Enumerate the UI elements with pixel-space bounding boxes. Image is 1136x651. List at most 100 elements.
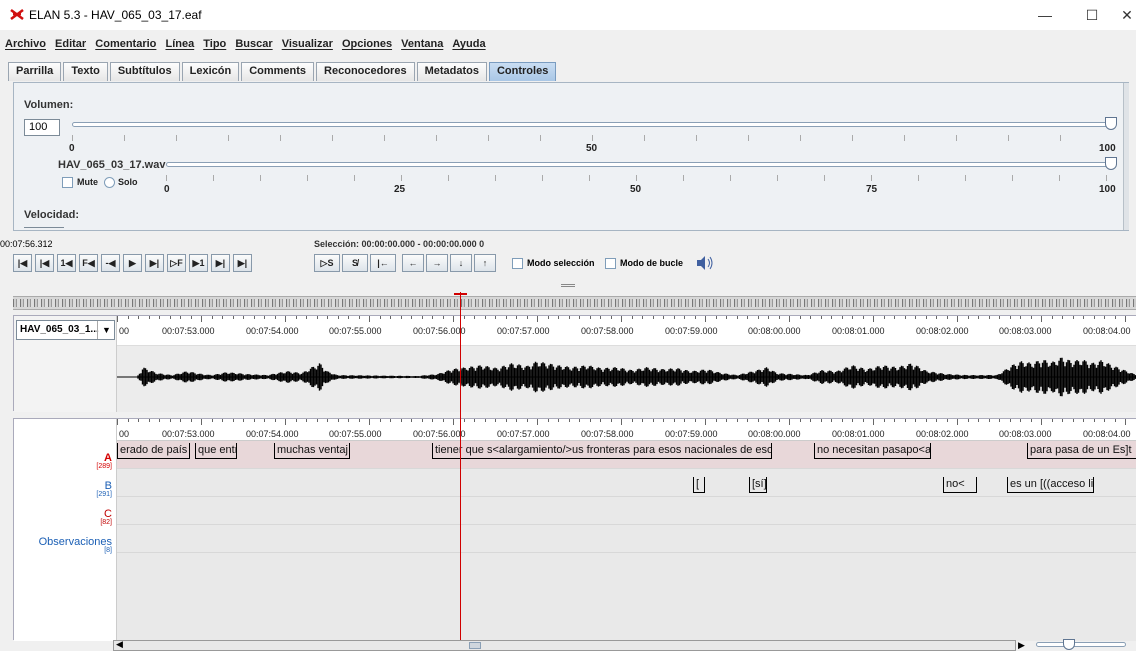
wave-time-label: 00:07:54.000: [246, 326, 299, 336]
wave-tick: [138, 316, 139, 319]
maximize-button[interactable]: ☐: [1077, 4, 1107, 26]
wave-tick: [253, 316, 255, 319]
waveform-view[interactable]: 00 00:07:53.000 00:07:54.000 00:07:55.000 00…: [117, 316, 1136, 412]
step-back-frame-button[interactable]: F◀: [79, 254, 98, 272]
media-volume-slider-thumb[interactable]: [1105, 157, 1117, 170]
menu-ayuda[interactable]: Ayuda: [452, 38, 485, 50]
media-tick-25: 25: [394, 184, 406, 195]
mute-checkbox[interactable]: [62, 177, 73, 188]
ann-tick: [1020, 419, 1021, 422]
clear-selection-button[interactable]: S̸: [342, 254, 368, 272]
annotation[interactable]: para pasa de un Es]t: [1027, 443, 1136, 459]
annotation-view[interactable]: 00 00:07:53.000 00:07:54.000 00:07:55.000 00…: [117, 419, 1136, 641]
ann-tick: [138, 419, 139, 422]
annotation-above-button[interactable]: ↑: [474, 254, 496, 272]
tab-subtitulos[interactable]: Subtítulos: [109, 62, 180, 81]
chevron-down-icon[interactable]: ▼: [97, 321, 115, 339]
next-annotation-button[interactable]: →: [426, 254, 448, 272]
solo-radio[interactable]: [104, 177, 115, 188]
speed-field[interactable]: [24, 227, 64, 231]
minimize-button[interactable]: —: [1030, 4, 1060, 26]
tab-parrilla[interactable]: Parrilla: [8, 62, 62, 81]
annotation[interactable]: que entr: [195, 443, 237, 459]
audio-track-select[interactable]: HAV_065_03_1... ▼: [16, 320, 115, 340]
scroll-thumb[interactable]: [469, 642, 481, 649]
ann-tick: [201, 419, 202, 425]
step-forward-pixel-button[interactable]: ▶|: [145, 254, 164, 272]
selection-begin-button[interactable]: |←: [370, 254, 396, 272]
menu-comentario[interactable]: Comentario: [95, 38, 156, 50]
scroll-left-icon[interactable]: ◀: [116, 639, 123, 650]
wave-tick: [715, 316, 717, 319]
annotation[interactable]: no<: [943, 477, 977, 493]
ann-tick: [810, 419, 811, 422]
annotation[interactable]: erado de país: [117, 443, 190, 459]
step-forward-second-button[interactable]: ▶1: [189, 254, 208, 272]
annotation[interactable]: [sí]: [749, 477, 767, 493]
media-volume-slider-track[interactable]: [166, 162, 1112, 167]
volume-slider-thumb[interactable]: [1105, 117, 1117, 130]
controls-panel: Volumen: 100 0 50 100 HAV_065_03_17.wav …: [13, 82, 1129, 231]
previous-annotation-button[interactable]: ←: [402, 254, 424, 272]
annotation[interactable]: tiener que s<alargamiento/>us fronteras …: [432, 443, 772, 459]
ann-tick: [663, 419, 664, 422]
annotation[interactable]: muchas ventaj: [274, 443, 350, 459]
splitter-handle[interactable]: [561, 284, 575, 287]
play-selection-button[interactable]: ▷S: [314, 254, 340, 272]
menu-tipo[interactable]: Tipo: [203, 38, 226, 50]
audio-track-name: HAV_065_03_1...: [20, 324, 99, 335]
ann-tick: [673, 419, 675, 422]
volume-value-field[interactable]: 100: [24, 119, 60, 136]
menu-opciones[interactable]: Opciones: [342, 38, 392, 50]
wave-tick: [516, 316, 517, 319]
speaker-icon[interactable]: [695, 255, 715, 271]
menu-archivo[interactable]: Archivo: [5, 38, 46, 50]
annotation[interactable]: [: [693, 477, 705, 493]
tier-row[interactable]: [117, 497, 1136, 525]
go-to-end-button[interactable]: ▶|: [233, 254, 252, 272]
horizontal-scrollbar[interactable]: ◀: [113, 639, 1016, 651]
window-title: ELAN 5.3 - HAV_065_03_17.eaf: [29, 8, 202, 22]
tier-row[interactable]: [117, 525, 1136, 553]
tab-lexicon[interactable]: Lexicón: [181, 62, 240, 81]
next-scrollview-button[interactable]: ▶|: [211, 254, 230, 272]
close-button[interactable]: ✕: [1112, 4, 1136, 26]
ann-tick: [327, 419, 328, 422]
selection-mode-checkbox[interactable]: [512, 258, 523, 269]
tab-metadatos[interactable]: Metadatos: [416, 62, 487, 81]
zoom-slider-thumb[interactable]: [1063, 639, 1075, 650]
media-tick-100: 100: [1099, 184, 1116, 195]
scroll-right-icon[interactable]: ▶: [1018, 640, 1025, 651]
tab-comments[interactable]: Comments: [241, 62, 315, 81]
wave-tick: [946, 316, 948, 319]
tab-texto[interactable]: Texto: [63, 62, 108, 81]
timeline-overview[interactable]: [13, 296, 1136, 310]
tier-row[interactable]: erado de país que entr muchas ventaj tiener…: [117, 441, 1136, 469]
zoom-slider-track[interactable]: [1036, 642, 1126, 647]
menu-ventana[interactable]: Ventana: [401, 38, 443, 50]
wave-tick: [1114, 316, 1116, 319]
previous-scrollview-button[interactable]: |◀: [35, 254, 54, 272]
wave-tick: [978, 316, 979, 319]
play-button[interactable]: ▶: [123, 254, 142, 272]
media-tick-50: 50: [630, 184, 642, 195]
annotation[interactable]: es un [((acceso li: [1007, 477, 1094, 493]
menu-editar[interactable]: Editar: [55, 38, 86, 50]
menu-visualizar[interactable]: Visualizar: [282, 38, 333, 50]
tab-reconocedores[interactable]: Reconocedores: [316, 62, 415, 81]
controls-scrollbar[interactable]: [1123, 83, 1129, 230]
loop-mode-checkbox[interactable]: [605, 258, 616, 269]
annotation-below-button[interactable]: ↓: [450, 254, 472, 272]
tab-controles[interactable]: Controles: [488, 62, 557, 81]
step-back-second-button[interactable]: 1◀: [57, 254, 76, 272]
annotation[interactable]: no necesitan pasapo<alar: [814, 443, 931, 459]
menu-buscar[interactable]: Buscar: [235, 38, 272, 50]
tier-row[interactable]: [ [sí] no< es un [((acceso li: [117, 469, 1136, 497]
tier-name-observaciones[interactable]: Observaciones: [39, 536, 112, 548]
menu-linea[interactable]: Línea: [165, 38, 194, 50]
wave-tick: [1093, 316, 1095, 319]
step-back-pixel-button[interactable]: -◀: [101, 254, 120, 272]
go-to-begin-button[interactable]: |◀: [13, 254, 32, 272]
step-forward-frame-button[interactable]: ▷F: [167, 254, 186, 272]
volume-slider-track[interactable]: [72, 122, 1112, 127]
